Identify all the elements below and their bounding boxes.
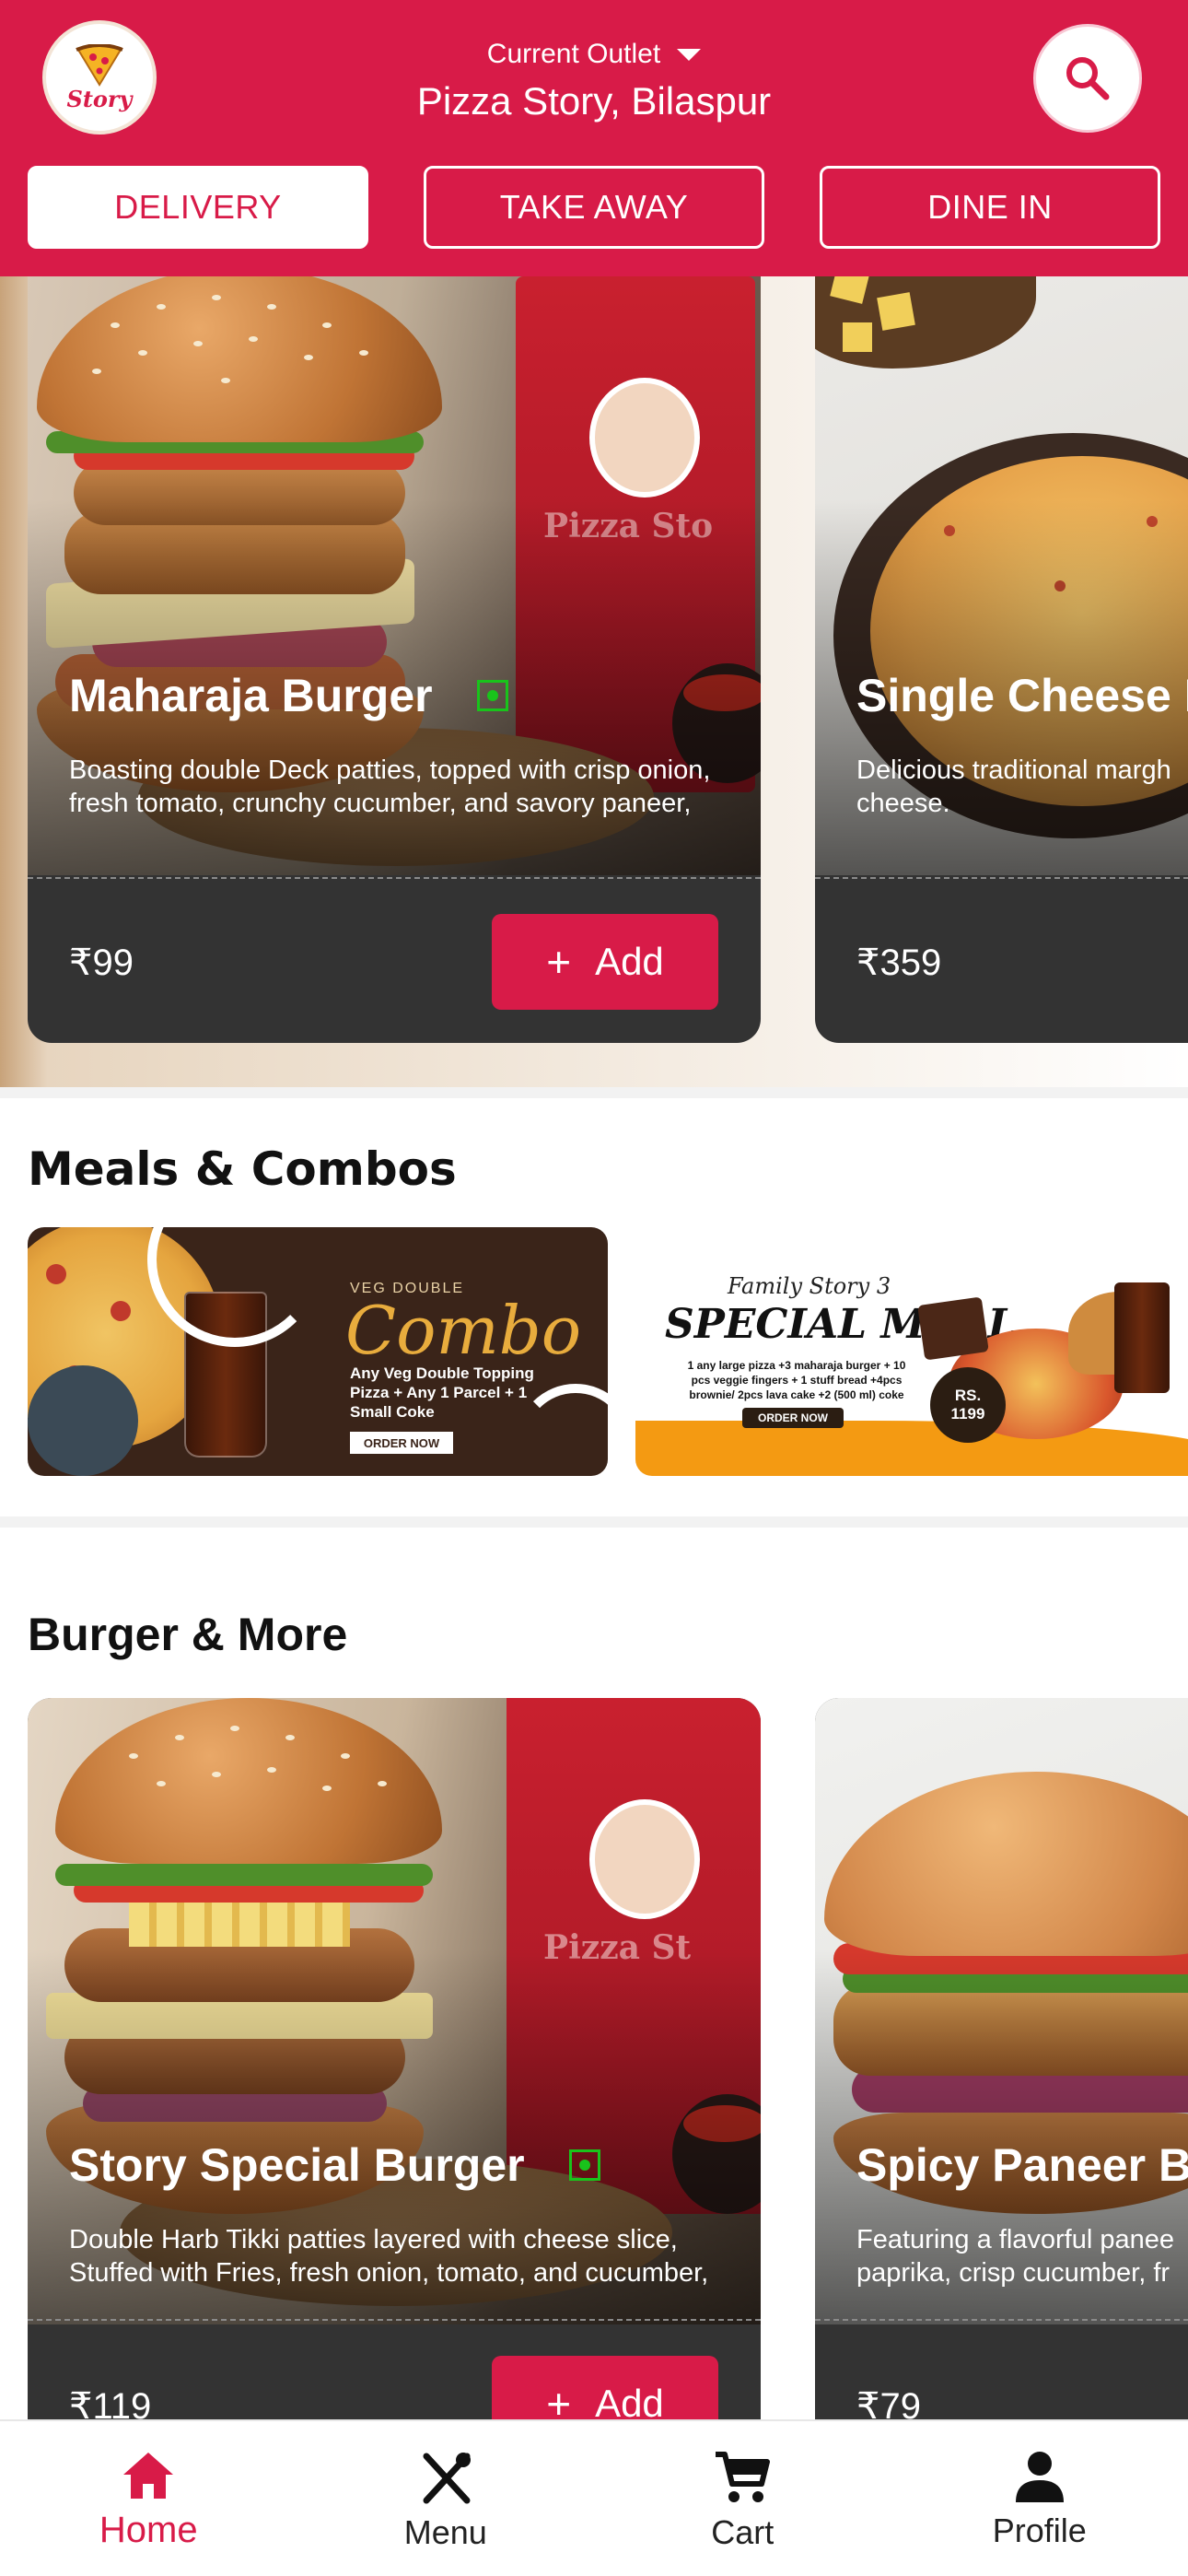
card-divider [815,2319,1188,2321]
card-divider [28,2319,761,2321]
meal-title: SPECIAL MEAL [665,1301,1017,1348]
search-icon [1066,57,1110,100]
meal-text: 1 any large pizza +3 maharaja burger + 1… [687,1359,906,1401]
meal-price-value: 1199 [950,1405,985,1423]
tab-delivery[interactable]: DELIVERY [28,166,368,249]
product-description: Boasting double Deck patties, topped wit… [69,755,711,818]
outlet-selector[interactable]: Current Outlet Pizza Story, Bilaspur [304,39,884,123]
combo-text: Any Veg Double Topping Pizza + Any 1 Par… [350,1364,534,1421]
veg-indicator-icon [568,2149,600,2181]
meal-order-now[interactable]: ORDER NOW [742,1408,844,1428]
section-title-meals: Meals & Combos [28,1142,457,1196]
nav-label-home: Home [99,2510,198,2550]
product-card[interactable]: Pizza St Story Special Burger Double Har… [28,1698,761,2435]
card-divider [815,877,1188,879]
burger-carousel[interactable]: Pizza St Story Special Burger Double Har… [0,1698,1188,2435]
combo-order-now[interactable]: ORDER NOW [350,1432,453,1454]
product-card[interactable]: Spicy Paneer Bu Featuring a flavorful pa… [815,1698,1188,2435]
tab-dine-in[interactable]: DINE IN [820,166,1160,249]
combo-banner[interactable]: VEG DOUBLE Combo Any Veg Double Topping … [28,1227,608,1476]
nav-label-profile: Profile [992,2512,1087,2549]
add-label: Add [595,940,664,983]
meal-price-badge: RS. 1199 [930,1367,1006,1443]
nav-menu[interactable]: Menu [297,2421,595,2576]
product-name-text: Story Special Burger [69,2139,525,2191]
nav-label-cart: Cart [711,2513,775,2551]
app-header: Story Current Outlet Pizza Story, Bilasp… [0,0,1188,276]
product-card[interactable]: Pizza Sto [28,276,761,1043]
nav-home[interactable]: Home [0,2421,297,2576]
product-name: Story Special Burger [69,2138,600,2192]
nav-label-menu: Menu [403,2513,487,2551]
product-name: Maharaja Burger [69,669,508,722]
product-description: Featuring a flavorful panee paprika, cri… [856,2225,1174,2288]
card-divider [28,877,761,879]
outlet-name: Pizza Story, Bilaspur [416,79,772,123]
featured-carousel[interactable]: Pizza Sto [0,276,1188,1087]
caret-down-icon [677,48,702,61]
cart-icon [716,2452,771,2502]
veg-indicator-icon [476,679,508,711]
section-divider [0,1516,1188,1528]
product-description: Delicious traditional margh cheese. [856,755,1171,818]
product-name-text: Maharaja Burger [69,670,433,721]
pizza-slice-icon [76,44,123,87]
meal-price-currency: RS. [954,1387,982,1404]
product-name: Single Cheese M [856,670,1188,721]
app-screen: Story Current Outlet Pizza Story, Bilasp… [0,0,1188,2576]
order-type-tabs: DELIVERY TAKE AWAY DINE IN [28,166,1160,249]
search-button[interactable] [1033,24,1142,133]
bottom-navigation: Home Menu Cart Profile [0,2419,1188,2576]
nav-profile[interactable]: Profile [891,2421,1188,2576]
brand-logo[interactable]: Story [42,20,157,135]
section-title-burgers: Burger & More [28,1609,348,1660]
plus-icon: + [546,938,572,986]
outlet-label: Current Outlet [486,39,661,69]
section-divider [0,1087,1188,1098]
nav-cart[interactable]: Cart [594,2421,891,2576]
product-card[interactable]: Single Cheese M Delicious traditional ma… [815,276,1188,1043]
logo-text: Story [66,86,133,112]
combo-title: Combo [345,1292,582,1369]
product-description: Double Harb Tikki patties layered with c… [69,2225,709,2288]
meal-kicker: Family Story 3 [728,1273,891,1299]
special-meal-banner[interactable]: Family Story 3 SPECIAL MEAL 1 any large … [635,1227,1188,1476]
person-icon [1015,2452,1064,2502]
tab-take-away[interactable]: TAKE AWAY [424,166,764,249]
product-price: ₹359 [856,943,942,983]
product-name: Spicy Paneer Bu [856,2139,1188,2191]
fork-knife-icon [423,2453,471,2504]
product-price: ₹99 [69,943,134,983]
home-icon [123,2453,174,2499]
add-to-cart-button[interactable]: + Add [492,914,718,1010]
